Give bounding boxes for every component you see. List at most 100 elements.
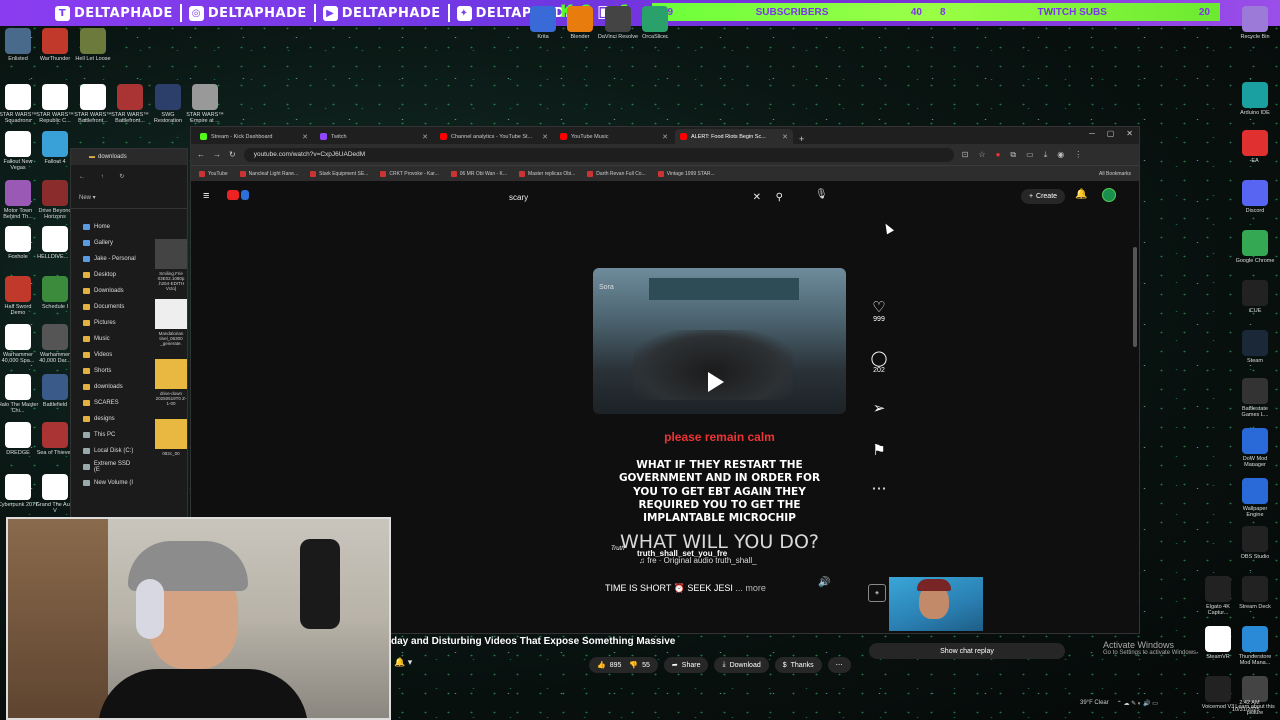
search-box[interactable]: scary ✕ ⚲: [503, 188, 783, 206]
url-input[interactable]: youtube.com/watch?v=CxpJ6UADedM: [243, 147, 954, 162]
channel-thumb-icon[interactable]: ◈: [868, 584, 886, 602]
bookmark-item[interactable]: Vintage 1999 STAR...: [657, 170, 715, 177]
explorer-nav-item[interactable]: Downloads: [77, 283, 137, 299]
explorer-nav-item[interactable]: Jake - Personal: [77, 251, 137, 267]
like-action[interactable]: ♡ 999: [867, 300, 891, 324]
menu-dots-icon[interactable]: ⋮: [1074, 150, 1082, 160]
explorer-nav-item[interactable]: Videos: [77, 347, 137, 363]
new-tab-button[interactable]: +: [795, 134, 808, 144]
record-icon[interactable]: ●: [996, 150, 1001, 160]
new-button[interactable]: New: [79, 195, 91, 201]
explorer-file[interactable]: Smiling.Frie 03E02.1080p .h264-EDITH Vct…: [155, 239, 187, 291]
desktop-icon[interactable]: Steam: [1234, 330, 1276, 364]
profile-icon[interactable]: ◉: [1057, 150, 1064, 160]
tab-close-icon[interactable]: ✕: [422, 133, 428, 141]
explorer-file[interactable]: drive-down 20250519T0 Z-1-00: [155, 359, 187, 406]
clear-search-icon[interactable]: ✕: [753, 192, 761, 203]
search-input[interactable]: scary: [503, 193, 528, 202]
play-icon[interactable]: [708, 372, 724, 392]
explorer-nav-item[interactable]: This PC: [77, 427, 137, 443]
bookmark-item[interactable]: 06 MR Obi Wan - K...: [450, 170, 507, 177]
explorer-nav-item[interactable]: Shorts: [77, 363, 137, 379]
desktop-icon[interactable]: STAR WARS™ Battlefront...: [109, 84, 151, 124]
taskbar-clock[interactable]: 2:42 AM 10/31/2025: [1232, 700, 1260, 714]
desktop-icon[interactable]: Hell Let Loose: [72, 28, 114, 62]
notifications-bell-icon[interactable]: 🔔: [1075, 189, 1087, 200]
maximize-icon[interactable]: ▢: [1107, 129, 1115, 138]
browser-tab[interactable]: Channel analytics - YouTube St... ✕: [435, 129, 553, 144]
browser-tab[interactable]: Twitch ✕: [315, 129, 433, 144]
desktop-icon[interactable]: SteamVR: [1197, 626, 1239, 660]
volume-icon[interactable]: 🔊: [818, 577, 830, 588]
page-scrollbar[interactable]: [1133, 247, 1137, 347]
share-action[interactable]: ➢: [867, 401, 891, 417]
explorer-nav-item[interactable]: Pictures: [77, 315, 137, 331]
browser-tab[interactable]: Stream - Kick Dashboard ✕: [195, 129, 313, 144]
microphone-icon[interactable]: 🎙: [815, 189, 828, 200]
desktop-icon[interactable]: Elgato 4K Captur...: [1197, 576, 1239, 616]
weather-widget[interactable]: 39°F Clear: [1080, 700, 1109, 707]
youtube-logo-icon[interactable]: [227, 190, 249, 200]
more-actions-button[interactable]: ⋯: [827, 657, 851, 673]
minimize-icon[interactable]: ─: [1089, 129, 1095, 138]
downloads-icon[interactable]: ⤓: [1044, 150, 1048, 160]
explorer-nav-item[interactable]: Desktop: [77, 267, 137, 283]
all-bookmarks[interactable]: All Bookmarks: [1099, 171, 1131, 177]
file-explorer-window[interactable]: ▬ downloads ← ↑ ↻ New ▾ Home Gallery Jake …: [70, 148, 188, 518]
desktop-icon[interactable]: STAR WARS™ Battlefront...: [72, 84, 114, 124]
explorer-nav-item[interactable]: Music: [77, 331, 137, 347]
bookmark-item[interactable]: Stark Equipment SE...: [310, 170, 368, 177]
sidebar-icon[interactable]: ▭: [1026, 150, 1034, 160]
account-avatar[interactable]: [1102, 188, 1116, 202]
desktop-icon[interactable]: SWG Restoration: [147, 84, 189, 124]
bookmark-item[interactable]: Master replicas Obi...: [519, 170, 575, 177]
desktop-icon[interactable]: Battlestate Games L...: [1234, 378, 1276, 418]
desktop-icon[interactable]: Stream Deck: [1234, 576, 1276, 610]
browser-tab[interactable]: ALERT: Food Riots Begin Sc... ✕: [675, 129, 793, 144]
search-icon[interactable]: ⚲: [776, 192, 783, 203]
desktop-icon[interactable]: WarThunder: [34, 28, 76, 62]
up-arrow-icon[interactable]: ↑: [101, 174, 104, 180]
subscribe-bell-icon[interactable]: 🔔 ▾: [394, 657, 412, 668]
bookmark-item[interactable]: YouTube: [199, 170, 228, 177]
like-dislike-button[interactable]: 👍 895 👎 55: [589, 657, 658, 673]
explorer-nav-item[interactable]: Documents: [77, 299, 137, 315]
forward-icon[interactable]: →: [213, 150, 221, 159]
desktop-icon[interactable]: Thunderstore Mod Mana...: [1234, 626, 1276, 666]
explorer-nav-item[interactable]: Gallery: [77, 235, 137, 251]
desktop-icon[interactable]: Recycle Bin: [1234, 6, 1276, 40]
bookmark-item[interactable]: Darth Revan Full Co...: [587, 170, 646, 177]
share-button[interactable]: ➦ Share: [663, 657, 709, 673]
explorer-nav-item[interactable]: Extreme SSD (E: [77, 459, 137, 475]
explorer-file[interactable]: Mandalorian tinel_06300 _generate.: [155, 299, 187, 346]
save-action[interactable]: ⚑: [867, 443, 891, 459]
tab-close-icon[interactable]: ✕: [542, 133, 548, 141]
create-button[interactable]: + Create: [1021, 189, 1065, 204]
comment-action[interactable]: ◯ 202: [867, 351, 891, 375]
audio-info[interactable]: ♫ fre · Original audio truth_shall_: [639, 556, 757, 565]
explorer-nav-item[interactable]: downloads: [77, 379, 137, 395]
desktop-icon[interactable]: Krita: [522, 6, 564, 40]
browser-tab[interactable]: YouTube Music ✕: [555, 129, 673, 144]
refresh-icon[interactable]: ↻: [119, 174, 124, 180]
hamburger-menu-icon[interactable]: ≡: [203, 190, 209, 202]
desktop-icon[interactable]: DoW Mod Manager: [1234, 428, 1276, 468]
close-window-icon[interactable]: ✕: [1126, 129, 1133, 138]
explorer-file[interactable]: 082c_00: [155, 419, 187, 465]
desktop-icon[interactable]: Discord: [1234, 180, 1276, 214]
desktop-icon[interactable]: STAR WARS™ Republic C...: [34, 84, 76, 124]
tab-close-icon[interactable]: ✕: [782, 133, 788, 141]
desktop-icon[interactable]: OBS Studio: [1234, 526, 1276, 560]
tab-close-icon[interactable]: ✕: [302, 133, 308, 141]
desktop-icon[interactable]: DaVinci Resolve: [597, 6, 639, 40]
reload-icon[interactable]: ↻: [229, 150, 236, 159]
download-button[interactable]: ⤓ Download: [714, 657, 769, 673]
explorer-nav-item[interactable]: New Volume (I: [77, 475, 137, 491]
thanks-button[interactable]: $ Thanks: [774, 657, 822, 673]
desktop-icon[interactable]: Wallpaper Engine: [1234, 478, 1276, 518]
explorer-title-bar[interactable]: ▬ downloads: [71, 149, 187, 165]
tab-close-icon[interactable]: ✕: [662, 133, 668, 141]
star-icon[interactable]: ☆: [978, 150, 985, 160]
desktop-icon[interactable]: OrcaSlicer: [634, 6, 676, 40]
more-action[interactable]: ⋯: [867, 481, 891, 497]
